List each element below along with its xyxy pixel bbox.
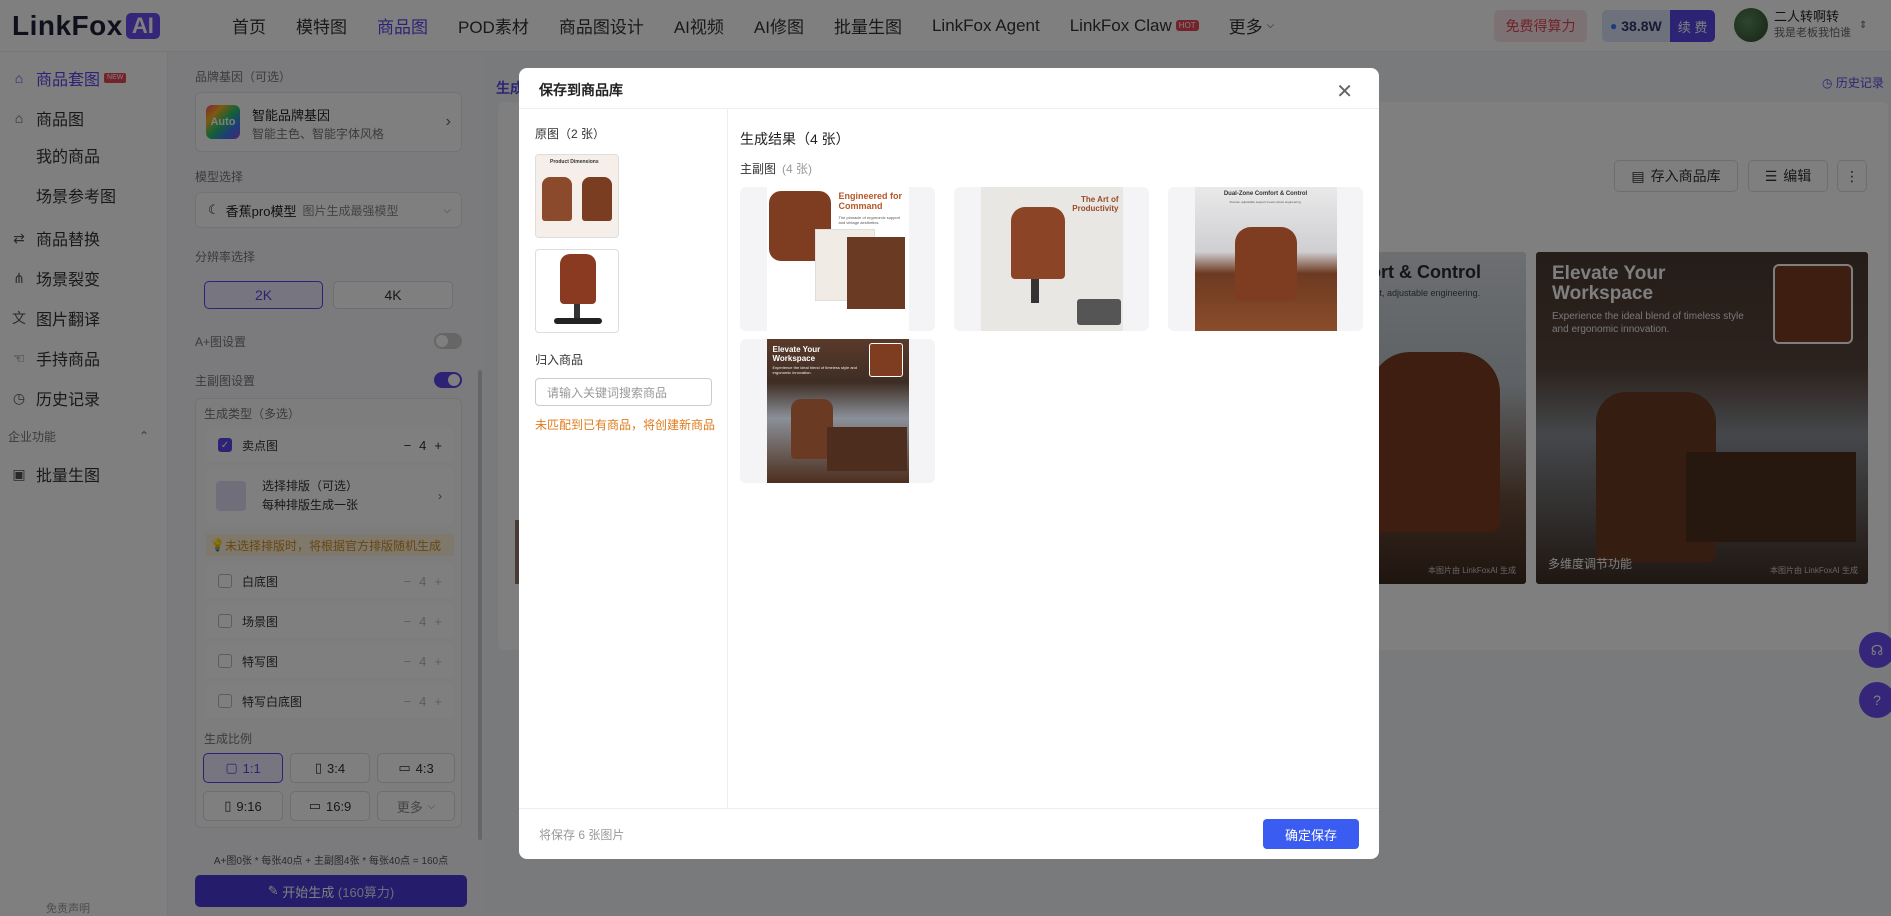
result-canvas: The Art of Productivity xyxy=(980,187,1123,331)
result-sub: Experience the ideal blend of timeless s… xyxy=(772,365,858,375)
original-thumb-2[interactable] xyxy=(535,249,619,333)
results-title: 生成结果（4 张） xyxy=(740,131,850,147)
chair-shape xyxy=(1234,227,1297,301)
product-search-input[interactable]: 请输入关键词搜索商品 xyxy=(535,378,712,406)
chair-stem xyxy=(1030,279,1039,303)
modal-title: 保存到商品库 xyxy=(539,82,623,98)
main-images-label: 主副图 (4 张) xyxy=(740,160,812,177)
main-label: 主副图 xyxy=(740,162,777,176)
chair-shape xyxy=(582,177,612,221)
chair-shape xyxy=(1010,207,1065,279)
save-to-library-modal: 保存到商品库 ✕ 原图（2 张） Product Dimensions 归入商品… xyxy=(519,68,1379,859)
result-image-1[interactable]: Engineered for Command The pinnacle of e… xyxy=(740,187,935,331)
chair-stem xyxy=(574,304,580,318)
assign-label: 归入商品 xyxy=(535,353,584,367)
result-canvas: Dual-Zone Comfort & Control Precise, adj… xyxy=(1194,187,1337,331)
chair-shape xyxy=(542,177,572,221)
app-root: LinkFox AI 首页 模特图 商品图 POD素材 商品图设计 AI视频 A… xyxy=(0,0,1891,916)
laptop-shape xyxy=(1076,299,1121,325)
result-sub: Precise, adjustable support meets robust… xyxy=(1229,200,1302,204)
confirm-save-button[interactable]: 确定保存 xyxy=(1263,819,1359,849)
result-title: The Art of Productivity xyxy=(1072,195,1119,213)
no-match-warning: 未匹配到已有商品，将创建新商品 xyxy=(535,418,716,432)
result-title: Engineered for Command xyxy=(838,191,903,211)
originals-label: 原图（2 张） xyxy=(535,127,606,141)
result-canvas: Elevate Your Workspace Experience the id… xyxy=(766,339,909,483)
modal-left-pane: 原图（2 张） Product Dimensions 归入商品 请输入关键词搜索… xyxy=(519,109,728,809)
main-count: (4 张) xyxy=(782,162,813,176)
result-sub: The pinnacle of ergonomic support and vi… xyxy=(838,215,901,225)
chair-base xyxy=(554,318,602,324)
inset-image xyxy=(846,237,905,309)
result-image-4[interactable]: Elevate Your Workspace Experience the id… xyxy=(740,339,935,483)
result-title: Dual-Zone Comfort & Control xyxy=(1223,191,1308,197)
result-image-2[interactable]: The Art of Productivity xyxy=(954,187,1149,331)
divider xyxy=(519,808,1379,809)
chair-shape xyxy=(560,254,596,304)
result-canvas: Engineered for Command The pinnacle of e… xyxy=(766,187,909,331)
desk-shape xyxy=(826,427,907,471)
result-image-3[interactable]: Dual-Zone Comfort & Control Precise, adj… xyxy=(1168,187,1363,331)
original-thumb-1[interactable]: Product Dimensions xyxy=(535,154,619,238)
close-icon[interactable]: ✕ xyxy=(1336,82,1353,102)
leather-inset xyxy=(868,343,903,377)
result-title: Elevate Your Workspace xyxy=(772,345,821,363)
save-count-text: 将保存 6 张图片 xyxy=(539,828,625,842)
thumb-caption: Product Dimensions xyxy=(550,159,599,165)
